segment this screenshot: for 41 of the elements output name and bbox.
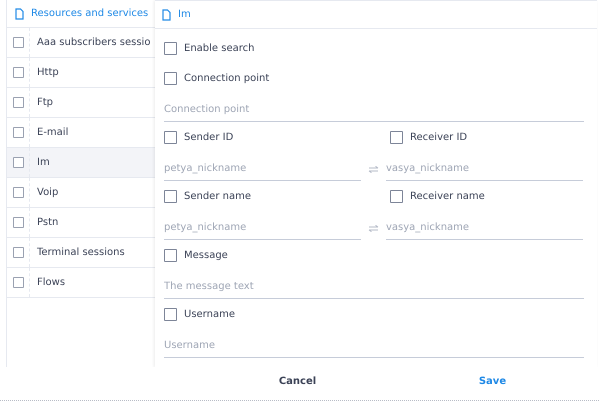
panel-title: Im <box>178 9 191 20</box>
checkbox[interactable] <box>12 277 24 288</box>
checkbox-label: Receiver name <box>410 190 485 202</box>
checkbox[interactable] <box>164 72 177 84</box>
list-item[interactable]: Im <box>7 148 156 178</box>
swap-icon[interactable] <box>368 225 379 232</box>
input-field[interactable]: Connection point <box>164 98 584 122</box>
input-field[interactable]: petya_nickname <box>164 157 361 181</box>
checkbox[interactable] <box>12 67 24 78</box>
checkbox[interactable] <box>164 190 177 202</box>
document-icon <box>162 8 171 20</box>
checkbox-label: Sender ID <box>184 132 234 142</box>
checkbox[interactable] <box>12 97 24 108</box>
cancel-button[interactable]: Cancel <box>270 372 324 390</box>
panel-title: Resources and services <box>31 8 148 19</box>
checkbox[interactable] <box>12 127 24 138</box>
save-button[interactable]: Save <box>470 372 514 390</box>
input-field[interactable]: vasya_nickname <box>386 157 583 181</box>
checkbox[interactable] <box>164 248 177 262</box>
checkbox[interactable] <box>12 157 24 168</box>
input-field[interactable]: Username <box>164 334 584 358</box>
checkbox[interactable] <box>164 130 177 144</box>
checkbox[interactable] <box>164 308 177 320</box>
swap-icon[interactable] <box>368 166 379 173</box>
checkbox[interactable] <box>390 190 403 202</box>
input-field[interactable]: The message text <box>164 275 584 299</box>
checkbox[interactable] <box>164 42 177 54</box>
checkbox-label: Connection point <box>184 72 270 84</box>
checkbox[interactable] <box>12 37 24 48</box>
checkbox[interactable] <box>12 217 24 228</box>
checkbox-label: Enable search <box>184 42 254 54</box>
input-field[interactable]: petya_nickname <box>164 216 361 240</box>
checkbox[interactable] <box>390 130 403 144</box>
checkbox-label: Message <box>184 250 228 260</box>
checkbox-label: Sender name <box>184 190 251 202</box>
document-icon <box>15 8 24 20</box>
checkbox[interactable] <box>12 187 24 198</box>
checkbox[interactable] <box>12 247 24 258</box>
checkbox-label: Receiver ID <box>410 132 468 142</box>
checkbox-label: Username <box>184 308 235 320</box>
input-field[interactable]: vasya_nickname <box>386 216 583 240</box>
